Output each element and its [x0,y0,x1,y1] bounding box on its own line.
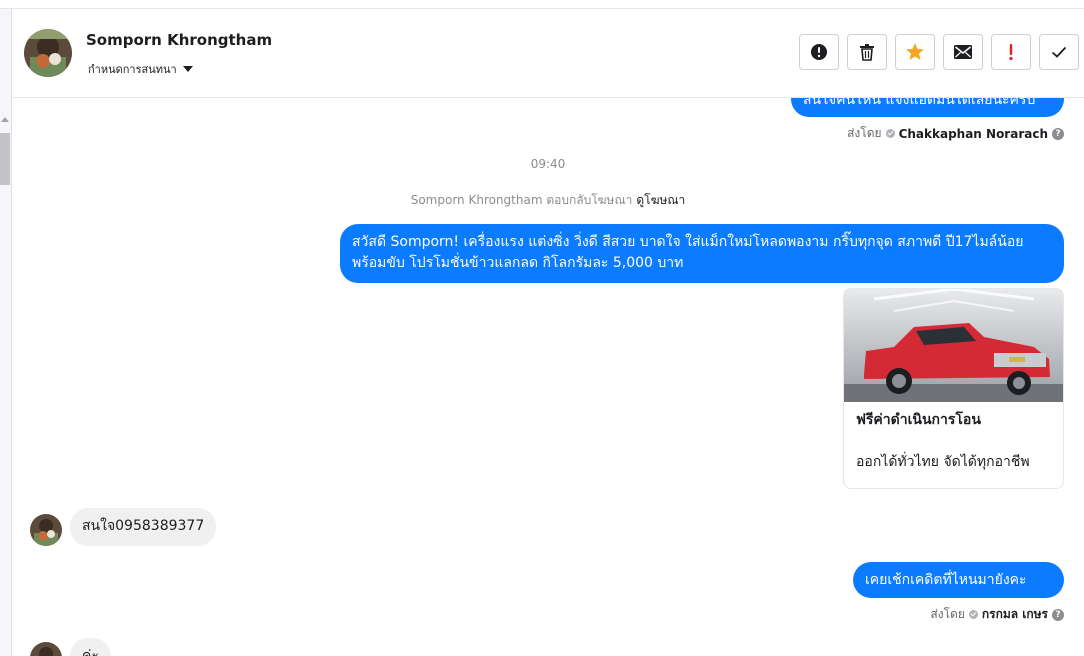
verified-check-icon [968,610,978,619]
window-top-edge [0,0,1084,9]
mark-done-button[interactable] [1039,34,1079,70]
message-text: สนใจคันไหน แจ้งแอดมินได้เลยนะครับ [803,98,1036,108]
outgoing-message[interactable]: สนใจคันไหน แจ้งแอดมินได้เลยนะครับ [791,98,1064,117]
scroll-up-arrow-icon[interactable] [1,117,9,122]
sent-by-prefix: ส่งโดย [847,126,882,140]
scroll-thumb[interactable] [0,133,10,185]
sent-by-info: ส่งโดย Chakkaphan Norarach ? [847,124,1064,143]
ad-card-title: ฟรีค่าดำเนินการโอน [856,412,981,428]
sender-name: Chakkaphan Norarach [898,126,1048,141]
message-text: ค่ะ [82,648,99,656]
assign-conversation-label: กำหนดการสนทนา [88,63,177,76]
trash-icon [860,44,874,61]
incoming-message[interactable]: สนใจ0958389377 [70,508,217,546]
ad-reply-notice: Somporn Khrongtham ตอบกลับโฆษณา ดูโฆษณา [12,191,1084,210]
message-text: สนใจ0958389377 [82,518,205,534]
star-button[interactable] [895,34,935,70]
contact-avatar[interactable] [24,29,72,77]
chevron-down-icon [182,66,193,72]
checkmark-icon [1051,46,1067,58]
star-icon [906,43,924,60]
sent-by-prefix: ส่งโดย [930,607,965,621]
mark-spam-button[interactable] [799,34,839,70]
help-icon[interactable]: ? [1052,127,1064,140]
message-text: สวัสดี Somporn! เครื่องแรง แต่งซิ่ง วิ่ง… [352,234,1024,271]
ad-card[interactable]: ฟรีค่าดำเนินการโอน ออกได้ทั่วไทย จัดได้ท… [843,288,1064,489]
outgoing-message[interactable]: เคยเช้กเคดิตที่ไหนมายังคะ [853,562,1064,598]
contact-avatar-small[interactable] [30,514,62,546]
verified-check-icon [885,129,895,138]
view-ad-link[interactable]: ดูโฆษณา [636,193,685,207]
sender-name: กรกมล เกษร [981,607,1048,621]
mark-important-button[interactable] [991,34,1031,70]
delete-button[interactable] [847,34,887,70]
header-actions [799,34,1079,70]
mark-unread-button[interactable] [943,34,983,70]
incoming-message[interactable]: ค่ะ [70,638,111,656]
exclamation-circle-icon [811,44,827,60]
exclamation-icon [1009,44,1013,61]
ad-card-subtitle: ออกได้ทั่วไทย จัดได้ทุกอาชีพ [856,454,1030,470]
ad-reply-text: Somporn Khrongtham ตอบกลับโฆษณา [410,193,633,207]
conversation-header: Somporn Khrongtham กำหนดการสนทนา [12,10,1084,98]
timestamp: 09:40 [530,157,566,171]
ad-greeting-message[interactable]: สวัสดี Somporn! เครื่องแรง แต่งซิ่ง วิ่ง… [340,224,1064,283]
contact-name: Somporn Khrongtham [86,31,273,49]
sent-by-info: ส่งโดย กรกมล เกษร ? [930,605,1064,624]
contact-avatar-small[interactable] [30,642,62,656]
message-text: เคยเช้กเคดิตที่ไหนมายังคะ [865,572,1027,588]
envelope-icon [954,45,972,59]
message-thread[interactable]: สนใจคันไหน แจ้งแอดมินได้เลยนะครับ ส่งโดย… [12,98,1084,656]
red-pickup-truck-image [844,289,1063,402]
left-scrollbar[interactable] [0,9,12,656]
help-icon[interactable]: ? [1052,608,1064,621]
assign-conversation-dropdown[interactable]: กำหนดการสนทนา [88,60,193,78]
